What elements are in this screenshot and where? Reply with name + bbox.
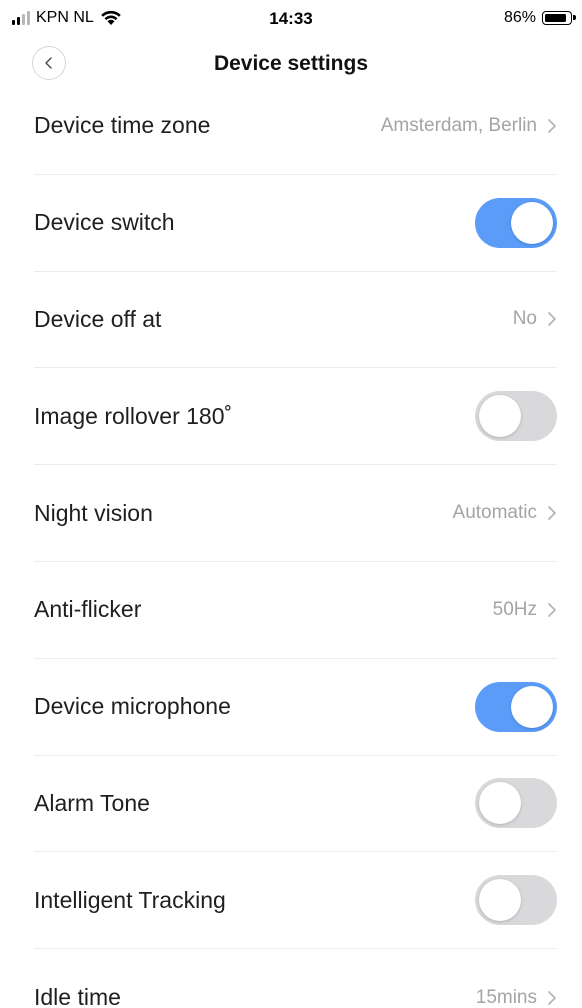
setting-row-image-rollover-180[interactable]: Image rollover 180˚ [34, 368, 557, 466]
status-bar: KPN NL 14:33 86% [0, 0, 582, 38]
setting-value-group: Automatic [453, 502, 557, 524]
setting-value: Amsterdam, Berlin [380, 114, 537, 136]
setting-value: Automatic [452, 502, 537, 524]
setting-value-group: Amsterdam, Berlin [381, 115, 557, 137]
setting-label: Anti-flicker [34, 596, 142, 623]
chevron-right-icon [548, 602, 556, 617]
setting-value-group: 15mins [476, 987, 557, 1008]
setting-value: 50Hz [492, 598, 537, 620]
setting-row-night-vision[interactable]: Night vision Automatic [34, 465, 557, 562]
toggle-knob [511, 685, 553, 728]
setting-label: Image rollover 180˚ [34, 402, 233, 429]
setting-row-anti-flicker[interactable]: Anti-flicker 50Hz [34, 562, 557, 659]
toggle-switch[interactable] [475, 391, 557, 442]
setting-value-group: No [513, 308, 557, 330]
chevron-right-icon [548, 990, 556, 1005]
toggle-knob [479, 782, 521, 825]
chevron-right-icon [548, 312, 556, 327]
setting-label: Device switch [34, 209, 175, 236]
status-right: 86% [503, 9, 576, 27]
toggle-switch[interactable] [475, 778, 557, 829]
toggle-switch[interactable] [475, 681, 557, 732]
setting-row-alarm-tone[interactable]: Alarm Tone [34, 756, 557, 853]
setting-label: Idle time [34, 984, 121, 1008]
setting-row-device-microphone[interactable]: Device microphone [34, 659, 557, 756]
setting-label: Device microphone [34, 693, 231, 720]
setting-label: Intelligent Tracking [34, 886, 226, 913]
setting-value-group: 50Hz [493, 599, 557, 621]
setting-row-idle-time[interactable]: Idle time 15mins [34, 949, 557, 1008]
chevron-right-icon [548, 118, 556, 133]
chevron-right-icon [548, 506, 556, 520]
toggle-switch[interactable] [475, 875, 557, 926]
battery-fill [545, 14, 566, 22]
device-settings-screen: KPN NL 14:33 86% Device settings Device … [0, 0, 582, 1008]
setting-row-device-time-zone[interactable]: Device time zone Amsterdam, Berlin [34, 78, 557, 175]
setting-row-intelligent-tracking[interactable]: Intelligent Tracking [34, 852, 557, 950]
toggle-knob [479, 395, 521, 438]
setting-row-device-off-at[interactable]: Device off at No [34, 272, 557, 369]
toggle-knob [479, 879, 521, 922]
battery-icon [542, 11, 576, 25]
status-time: 14:33 [269, 9, 313, 28]
setting-label: Night vision [34, 499, 153, 526]
battery-percentage: 86% [503, 9, 536, 26]
toggle-knob [511, 201, 553, 244]
toggle-switch[interactable] [475, 197, 557, 248]
settings-list: Device time zone Amsterdam, Berlin Device … [0, 78, 582, 1008]
setting-label: Alarm Tone [34, 789, 150, 816]
setting-row-device-switch[interactable]: Device switch [34, 175, 557, 272]
setting-label: Device off at [34, 305, 162, 332]
setting-value: 15mins [475, 986, 537, 1008]
page-title: Device settings [213, 52, 369, 75]
setting-value: No [512, 308, 537, 330]
setting-label: Device time zone [34, 112, 211, 139]
